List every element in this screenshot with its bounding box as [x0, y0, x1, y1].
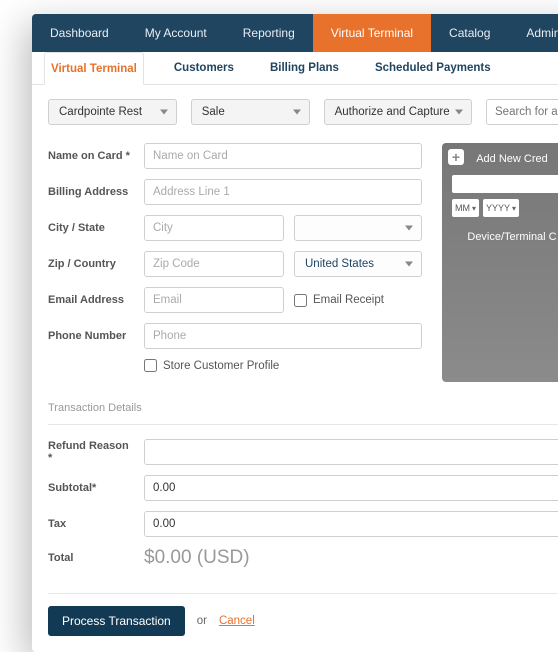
- name-input[interactable]: [144, 143, 422, 169]
- citystate-label: City / State: [48, 222, 134, 234]
- txn-type-select[interactable]: Sale: [191, 99, 310, 125]
- name-label: Name on Card *: [48, 150, 134, 162]
- email-receipt-checkbox-input[interactable]: [294, 294, 307, 307]
- footer-actions: Process Transaction or Cancel: [48, 593, 558, 652]
- card-number-input[interactable]: [452, 175, 558, 193]
- email-label: Email Address: [48, 294, 134, 306]
- email-receipt-checkbox[interactable]: Email Receipt: [294, 294, 384, 307]
- email-input[interactable]: [144, 287, 284, 313]
- zip-input[interactable]: [144, 251, 284, 277]
- or-text: or: [197, 615, 207, 627]
- total-value: $0.00 (USD): [144, 547, 250, 569]
- zipcountry-label: Zip / Country: [48, 258, 134, 270]
- tax-input[interactable]: [144, 511, 558, 537]
- refund-reason-input[interactable]: [144, 439, 558, 465]
- customer-search-input[interactable]: [486, 99, 558, 125]
- chevron-updown-icon: ▾: [472, 204, 476, 213]
- subtotal-label: Subtotal*: [48, 482, 134, 494]
- nav-reporting[interactable]: Reporting: [225, 14, 313, 52]
- card-exp-year-label: YYYY: [486, 203, 510, 213]
- store-profile-label: Store Customer Profile: [163, 360, 279, 372]
- device-terminal-label: Device/Terminal C: [452, 231, 558, 243]
- email-receipt-label: Email Receipt: [313, 294, 384, 306]
- cancel-link[interactable]: Cancel: [219, 615, 255, 627]
- total-label: Total: [48, 552, 134, 564]
- process-transaction-button[interactable]: Process Transaction: [48, 606, 185, 636]
- capture-mode-select[interactable]: Authorize and Capture: [324, 99, 472, 125]
- action-row: Cardpointe Rest Sale Authorize and Captu…: [48, 99, 558, 125]
- merchant-select[interactable]: Cardpointe Rest: [48, 99, 177, 125]
- add-card-title: Add New Cred: [452, 153, 558, 165]
- phone-input[interactable]: [144, 323, 422, 349]
- address-line1-input[interactable]: [144, 179, 422, 205]
- plus-icon[interactable]: +: [448, 149, 464, 165]
- nav-virtual-terminal[interactable]: Virtual Terminal: [313, 14, 431, 52]
- tab-customers[interactable]: Customers: [168, 52, 240, 84]
- nav-dashboard[interactable]: Dashboard: [32, 14, 127, 52]
- add-card-widget: + Add New Cred MM▾ YYYY▾ Device/Terminal…: [442, 143, 558, 382]
- top-nav: Dashboard My Account Reporting Virtual T…: [32, 14, 558, 52]
- card-exp-year-select[interactable]: YYYY▾: [483, 199, 519, 217]
- customer-form: Name on Card * Billing Address City / St…: [48, 143, 422, 382]
- phone-label: Phone Number: [48, 330, 134, 342]
- store-profile-checkbox-input[interactable]: [144, 359, 157, 372]
- city-input[interactable]: [144, 215, 284, 241]
- subtotal-input[interactable]: [144, 475, 558, 501]
- card-exp-month-label: MM: [455, 203, 470, 213]
- chevron-updown-icon: ▾: [512, 204, 516, 213]
- billing-label: Billing Address: [48, 186, 134, 198]
- nav-my-account[interactable]: My Account: [127, 14, 225, 52]
- refund-reason-label: Refund Reason *: [48, 440, 134, 464]
- tab-billing-plans[interactable]: Billing Plans: [264, 52, 345, 84]
- transaction-details-heading: Transaction Details: [48, 402, 558, 414]
- country-select[interactable]: United States: [294, 251, 422, 277]
- section-divider: [48, 424, 558, 425]
- tax-label: Tax: [48, 518, 134, 530]
- store-profile-checkbox[interactable]: Store Customer Profile: [144, 359, 279, 372]
- state-select[interactable]: [294, 215, 422, 241]
- tab-virtual-terminal[interactable]: Virtual Terminal: [44, 52, 144, 85]
- nav-catalog[interactable]: Catalog: [431, 14, 508, 52]
- nav-administration[interactable]: Administration: [508, 14, 558, 52]
- sub-tabs: Virtual Terminal Customers Billing Plans…: [32, 52, 558, 85]
- card-exp-month-select[interactable]: MM▾: [452, 199, 479, 217]
- tab-scheduled-payments[interactable]: Scheduled Payments: [369, 52, 497, 84]
